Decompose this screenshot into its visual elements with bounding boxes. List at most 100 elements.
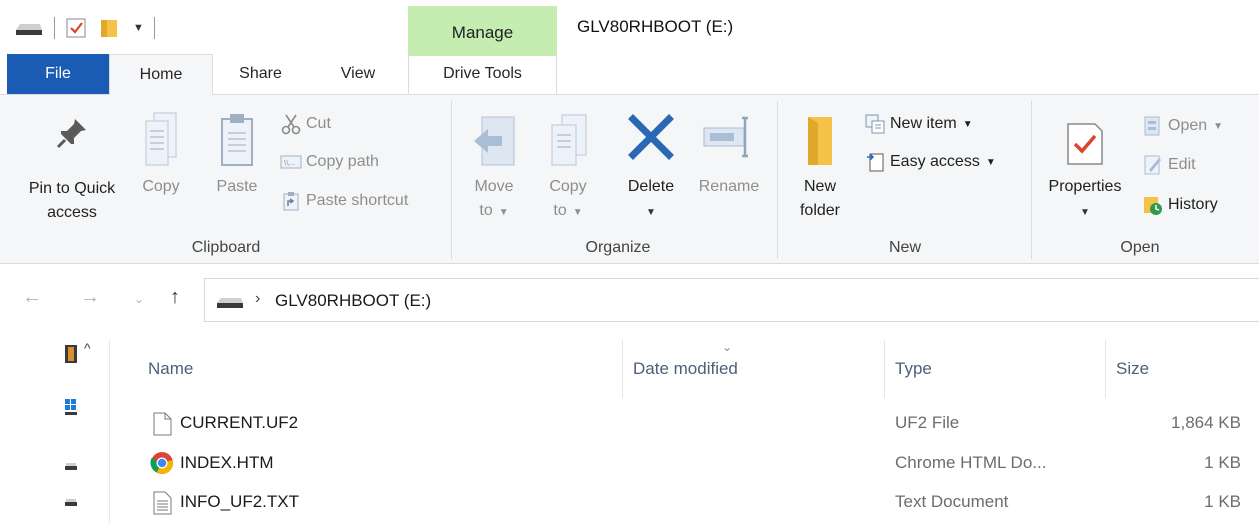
history-icon <box>1142 194 1164 216</box>
chrome-icon <box>150 451 174 477</box>
organize-group-label: Organize <box>585 239 651 256</box>
chevron-down-icon: ▼ <box>646 207 656 218</box>
new-folder-button[interactable]: New folder <box>790 107 850 223</box>
copy-path-button[interactable]: \\... Copy path <box>280 150 379 174</box>
file-name: CURRENT.UF2 <box>180 413 299 432</box>
navigation-pane: ^ <box>0 340 110 523</box>
file-type: Chrome HTML Do... <box>895 453 1047 472</box>
recent-locations-chevron-icon[interactable]: ⌄ <box>134 292 144 306</box>
file-name: INDEX.HTM <box>180 453 274 472</box>
rename-icon <box>692 107 766 167</box>
drive-icon[interactable] <box>14 20 44 36</box>
copy-path-icon: \\... <box>280 151 302 173</box>
chevron-down-icon: ▼ <box>962 118 973 130</box>
tab-drive-tools[interactable]: Drive Tools <box>408 54 557 94</box>
group-divider <box>451 101 452 259</box>
group-divider <box>1031 101 1032 259</box>
manage-contextual-tab[interactable]: Manage <box>408 6 557 56</box>
open-button[interactable]: Open ▼ <box>1142 114 1223 138</box>
blank-file-icon <box>150 411 174 437</box>
clipboard-group-label: Clipboard <box>191 239 261 256</box>
properties-button[interactable]: Properties ▼ <box>1038 107 1132 225</box>
window-title: GLV80RHBOOT (E:) <box>577 17 734 36</box>
film-icon[interactable] <box>64 344 78 364</box>
clipboard-icon <box>210 107 264 167</box>
edit-icon <box>1142 154 1164 176</box>
address-bar[interactable]: › GLV80RHBOOT (E:) <box>204 278 1259 322</box>
column-header-date-modified[interactable]: Date modified <box>622 340 884 398</box>
table-row[interactable]: INDEX.HTM Chrome HTML Do... 1 KB <box>138 446 1259 482</box>
new-item-icon <box>864 113 886 135</box>
file-size: 1 KB <box>1204 453 1241 472</box>
breadcrumb-current[interactable]: GLV80RHBOOT (E:) <box>275 291 431 311</box>
toolbar-divider <box>54 17 55 39</box>
new-item-button[interactable]: New item ▼ <box>864 112 973 136</box>
table-row[interactable]: INFO_UF2.TXT Text Document 1 KB <box>138 485 1259 521</box>
move-to-icon <box>462 107 526 167</box>
tab-view[interactable]: View <box>308 54 408 94</box>
properties-check-icon[interactable] <box>65 17 87 39</box>
svg-text:\\...: \\... <box>284 159 295 167</box>
paste-button[interactable]: Paste <box>210 107 264 199</box>
pin-icon <box>12 111 132 155</box>
tab-share[interactable]: Share <box>213 54 308 94</box>
copy-to-icon <box>536 107 600 167</box>
column-header-size[interactable]: Size <box>1105 340 1259 398</box>
column-header-type[interactable]: Type <box>884 340 1105 398</box>
ribbon-tabs: File Home Share View Drive Tools <box>0 54 1259 95</box>
back-arrow-icon[interactable]: ← <box>22 286 42 309</box>
up-arrow-icon[interactable]: ↑ <box>170 286 180 309</box>
text-file-icon <box>150 490 174 516</box>
properties-icon <box>1038 107 1132 167</box>
file-size: 1 KB <box>1204 492 1241 511</box>
new-folder-icon[interactable] <box>99 17 119 39</box>
tab-home[interactable]: Home <box>109 54 213 95</box>
file-size: 1,864 KB <box>1171 413 1241 432</box>
breadcrumb-separator-icon[interactable]: › <box>255 290 260 308</box>
delete-x-icon <box>616 107 686 167</box>
cut-button[interactable]: Cut <box>280 112 331 136</box>
easy-access-button[interactable]: Easy access ▼ <box>864 150 996 174</box>
delete-button[interactable]: Delete ▼ <box>616 107 686 225</box>
edit-button[interactable]: Edit <box>1142 153 1196 177</box>
chevron-down-icon: ▼ <box>985 156 996 168</box>
rename-button[interactable]: Rename <box>692 107 766 199</box>
file-type: Text Document <box>895 492 1009 511</box>
history-button[interactable]: History <box>1142 193 1218 217</box>
tab-file[interactable]: File <box>7 54 109 94</box>
toolbar-divider <box>153 17 155 39</box>
file-name: INFO_UF2.TXT <box>180 492 300 511</box>
forward-arrow-icon[interactable]: → <box>80 286 100 309</box>
windows-drive-icon[interactable] <box>64 398 78 416</box>
new-group-label: New <box>888 239 921 256</box>
chevron-down-icon: ▼ <box>498 207 509 218</box>
open-group-label: Open <box>1120 239 1160 256</box>
copy-button[interactable]: Copy <box>134 107 188 199</box>
open-icon <box>1142 115 1164 137</box>
pin-to-quick-access-button[interactable]: Pin to Quick access <box>12 111 132 225</box>
chevron-down-icon: ▼ <box>572 207 583 218</box>
chevron-down-icon: ▼ <box>1213 120 1224 132</box>
paste-shortcut-icon <box>280 190 302 212</box>
file-list: ⌄ Name Date modified Type Size CURRENT.U… <box>110 340 1259 523</box>
file-type: UF2 File <box>895 413 960 432</box>
drive-icon <box>215 295 245 309</box>
copy-to-button[interactable]: Copy to ▼ <box>536 107 600 225</box>
scissors-icon <box>280 113 302 135</box>
move-to-button[interactable]: Move to ▼ <box>462 107 526 225</box>
column-header-name[interactable]: Name <box>138 340 622 398</box>
table-row[interactable]: CURRENT.UF2 UF2 File 1,864 KB <box>138 406 1259 442</box>
quick-access-toolbar: ▼ <box>14 14 165 42</box>
paste-shortcut-button[interactable]: Paste shortcut <box>280 189 408 213</box>
customize-toolbar-icon[interactable]: ▼ <box>133 22 144 34</box>
title-bar: ▼ Manage GLV80RHBOOT (E:) <box>0 0 1259 56</box>
drive-icon[interactable] <box>64 494 78 506</box>
copy-icon <box>134 107 188 167</box>
drive-icon[interactable] <box>64 458 78 470</box>
navigation-bar: ← → ⌄ ↑ › GLV80RHBOOT (E:) <box>0 264 1259 336</box>
group-divider <box>777 101 778 259</box>
chevron-down-icon: ▼ <box>1080 207 1090 218</box>
easy-access-icon <box>864 151 886 173</box>
folder-icon <box>790 107 850 167</box>
scroll-up-icon[interactable]: ^ <box>84 340 91 356</box>
